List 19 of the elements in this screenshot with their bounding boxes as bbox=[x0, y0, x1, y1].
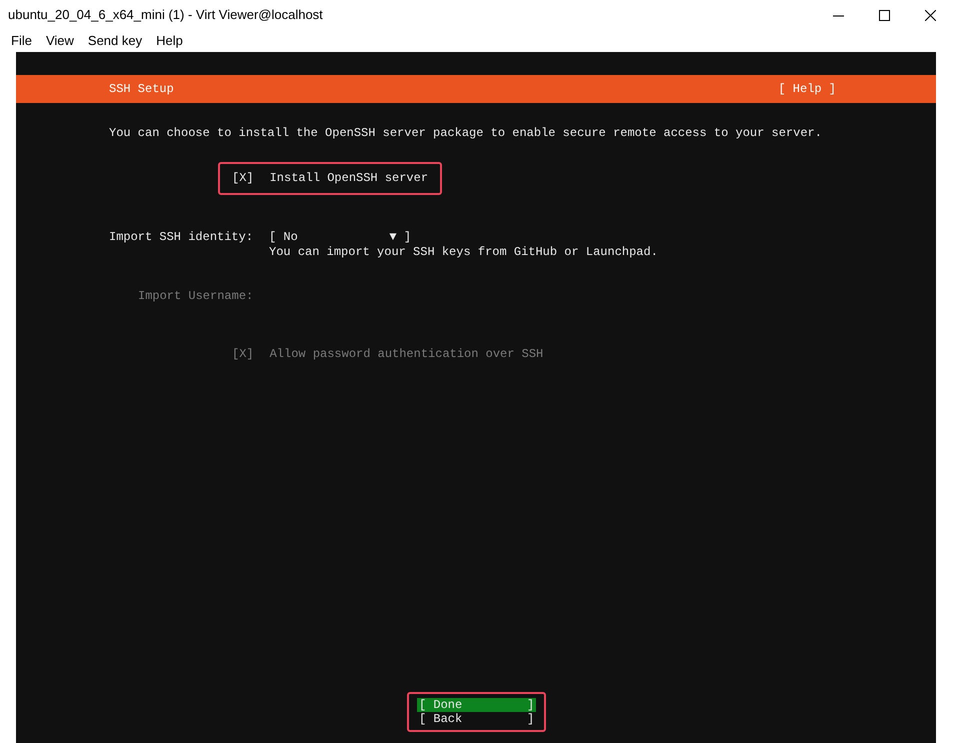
screen-title: SSH Setup bbox=[109, 82, 174, 96]
hint-text: You can import your SSH keys from GitHub or Launchpad. bbox=[269, 245, 658, 260]
menu-item[interactable]: File bbox=[4, 30, 39, 50]
checkbox-label: Install OpenSSH server bbox=[270, 171, 428, 186]
intro-text: You can choose to install the OpenSSH server package to enable secure remote access to your server. bbox=[109, 126, 822, 140]
menu-button[interactable]: [ Back ] bbox=[417, 712, 536, 726]
maximize-icon bbox=[878, 10, 890, 20]
field-label: Import Username: bbox=[138, 289, 254, 303]
checkbox[interactable]: [X] bbox=[232, 171, 254, 186]
menu-item[interactable]: Send key bbox=[80, 30, 150, 50]
menu-item[interactable]: Help bbox=[149, 30, 190, 50]
checkbox-label: Allow password authentication over SSH bbox=[270, 347, 544, 362]
close-icon bbox=[924, 10, 936, 20]
window-title: ubuntu_20_04_6_x64_mini (1) - Virt Viewer@localhost bbox=[8, 6, 323, 24]
menu-button[interactable]: [ Done ] bbox=[417, 698, 536, 712]
menu-item[interactable]: View bbox=[38, 30, 81, 50]
help-button[interactable]: [ Help ] bbox=[778, 82, 836, 96]
field-label: Import SSH identity: bbox=[109, 230, 254, 246]
identity-dropdown[interactable]: [ No ▼ ] bbox=[269, 230, 412, 245]
